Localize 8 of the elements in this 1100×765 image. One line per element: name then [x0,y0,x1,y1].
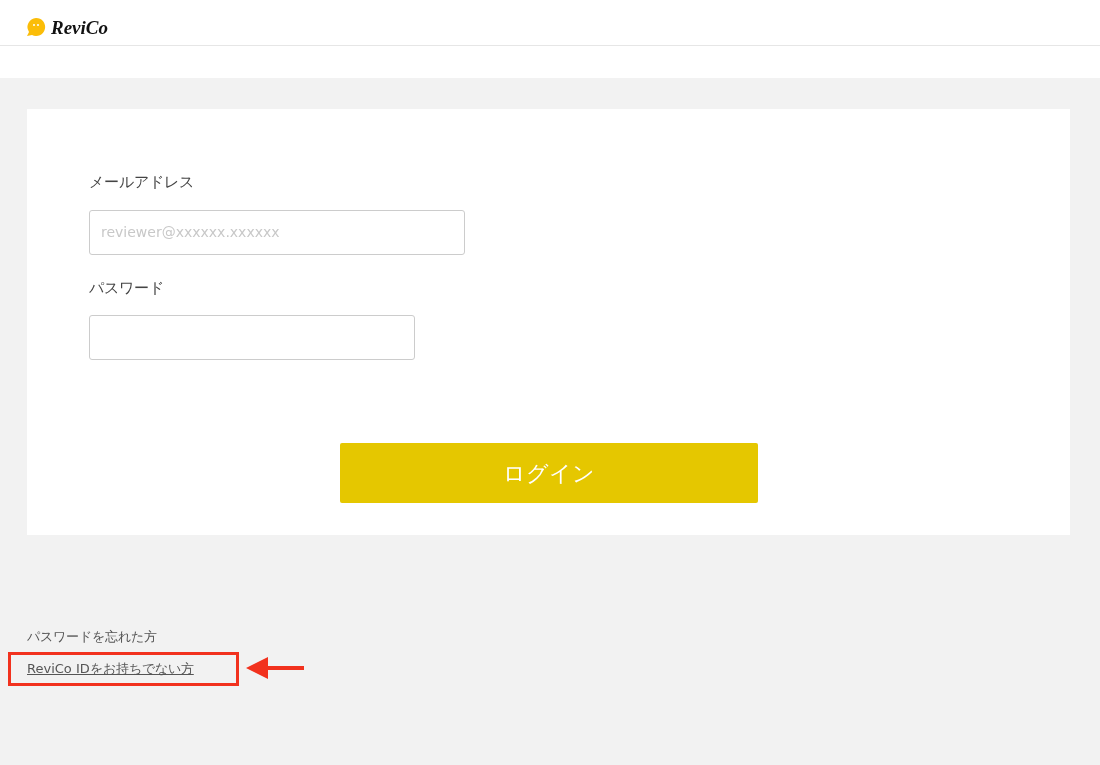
account-link[interactable]: パスワードを忘れた方 [27,627,157,647]
field-label: メールアドレス [89,173,194,191]
password-field[interactable] [89,315,415,360]
logo-text: ReviCo [51,18,108,37]
logo-icon [26,17,47,37]
account-link[interactable]: ReviCo IDをお持ちでない方 [27,658,194,678]
field-label: パスワード [89,278,164,297]
arrow-icon [246,656,304,679]
